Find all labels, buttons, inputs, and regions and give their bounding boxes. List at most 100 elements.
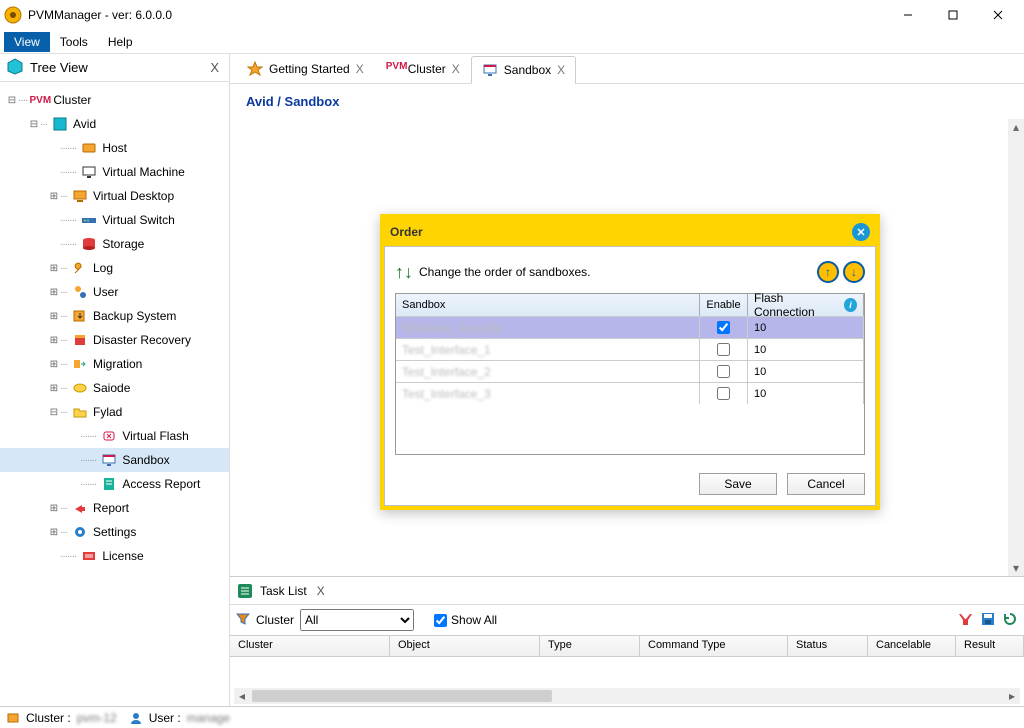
col-cluster[interactable]: Cluster [230, 636, 390, 656]
expander-icon[interactable]: ⊟ [28, 119, 40, 130]
grid-row[interactable]: Test_Interface_110 [396, 338, 864, 360]
switch-icon [80, 211, 98, 229]
clear-icon[interactable] [958, 611, 974, 630]
minimize-button[interactable] [885, 0, 930, 30]
status-user-value: manage [187, 711, 230, 725]
close-icon[interactable]: X [452, 62, 460, 76]
task-header: Task List X [230, 577, 1024, 605]
expander-icon[interactable]: ⊞ [48, 311, 60, 322]
tree-migration[interactable]: ⊞···Migration [0, 352, 229, 376]
dialog-title: Order [390, 225, 423, 239]
grid-row[interactable]: Windows_Security10 [396, 316, 864, 338]
expander-icon[interactable]: ⊞ [48, 383, 60, 394]
col-flash[interactable]: Flash Connectioni [748, 294, 864, 316]
menu-tools[interactable]: Tools [50, 32, 98, 52]
gear-icon [71, 523, 89, 541]
dialog-header[interactable]: Order ✕ [384, 218, 876, 246]
sandbox-icon [482, 62, 498, 78]
status-user-label: User : [149, 711, 181, 725]
save-button[interactable]: Save [699, 473, 777, 495]
col-type[interactable]: Type [540, 636, 640, 656]
enable-checkbox[interactable] [717, 365, 730, 378]
move-up-button[interactable]: ↑ [817, 261, 839, 283]
pvm-icon: PVM [31, 91, 49, 109]
close-icon[interactable]: X [557, 63, 565, 77]
tree-vm[interactable]: ·······Virtual Machine [0, 160, 229, 184]
tree-access[interactable]: ·······Access Report [0, 472, 229, 496]
expander-icon[interactable]: ⊞ [48, 503, 60, 514]
tree-log[interactable]: ⊞···Log [0, 256, 229, 280]
tab-bar: Getting Started X PVM Cluster X Sandbox … [230, 54, 1024, 84]
cancel-button[interactable]: Cancel [787, 473, 865, 495]
info-icon[interactable]: i [844, 298, 857, 312]
tree-vflash[interactable]: ·······Virtual Flash [0, 424, 229, 448]
col-result[interactable]: Result [956, 636, 1024, 656]
sidebar: Tree View X ⊟····PVMCluster ⊟···Avid ···… [0, 54, 230, 706]
tree-license[interactable]: ·······License [0, 544, 229, 568]
tab-sandbox[interactable]: Sandbox X [471, 56, 576, 84]
enable-checkbox[interactable] [717, 321, 730, 334]
task-close[interactable]: X [317, 584, 325, 598]
enable-checkbox[interactable] [717, 343, 730, 356]
expander-icon[interactable]: ⊞ [48, 287, 60, 298]
enable-checkbox[interactable] [717, 387, 730, 400]
tree-backup[interactable]: ⊞···Backup System [0, 304, 229, 328]
tree-settings[interactable]: ⊞···Settings [0, 520, 229, 544]
tree-sandbox[interactable]: ·······Sandbox [0, 448, 229, 472]
col-status[interactable]: Status [788, 636, 868, 656]
expander-icon[interactable]: ⊞ [48, 359, 60, 370]
tree-report[interactable]: ⊞···Report [0, 496, 229, 520]
close-icon[interactable]: X [356, 62, 364, 76]
tree-icon [6, 57, 24, 78]
tree-avid[interactable]: ⊟···Avid [0, 112, 229, 136]
col-cancelable[interactable]: Cancelable [868, 636, 956, 656]
server-icon [6, 711, 20, 725]
col-command[interactable]: Command Type [640, 636, 788, 656]
vertical-scrollbar[interactable]: ▴▾ [1008, 119, 1024, 576]
grid-row[interactable]: Test_Interface_210 [396, 360, 864, 382]
tree-user[interactable]: ⊞···User [0, 280, 229, 304]
expander-icon[interactable]: ⊞ [48, 263, 60, 274]
show-all-checkbox[interactable]: Show All [434, 613, 497, 627]
report-page-icon [100, 475, 118, 493]
cell-flash: 10 [748, 339, 864, 360]
tree-dr[interactable]: ⊞···Disaster Recovery [0, 328, 229, 352]
tree-saiode[interactable]: ⊞···Saiode [0, 376, 229, 400]
title-bar: PVMManager - ver: 6.0.0.0 [0, 0, 1024, 30]
col-sandbox[interactable]: Sandbox [396, 294, 700, 316]
col-enable[interactable]: Enable [700, 294, 748, 316]
sandbox-grid[interactable]: Sandbox Enable Flash Connectioni Windows… [395, 293, 865, 455]
refresh-icon[interactable] [1002, 611, 1018, 630]
tree-fylad[interactable]: ⊟···Fylad [0, 400, 229, 424]
tab-cluster[interactable]: PVM Cluster X [375, 55, 471, 83]
tree-view[interactable]: ⊟····PVMCluster ⊟···Avid ·······Host ···… [0, 82, 229, 706]
sidebar-header: Tree View X [0, 54, 229, 82]
tree-host[interactable]: ·······Host [0, 136, 229, 160]
cluster-select[interactable]: All [300, 609, 414, 631]
col-object[interactable]: Object [390, 636, 540, 656]
horizontal-scrollbar[interactable]: ◂▸ [234, 688, 1020, 704]
task-body: ◂▸ [230, 657, 1024, 706]
task-title: Task List [260, 584, 307, 598]
tree-storage[interactable]: ·······Storage [0, 232, 229, 256]
tree-cluster[interactable]: ⊟····PVMCluster [0, 88, 229, 112]
expander-icon[interactable]: ⊟ [48, 407, 60, 418]
tab-getting-started[interactable]: Getting Started X [236, 55, 375, 83]
expander-icon[interactable]: ⊟ [6, 95, 18, 106]
move-down-button[interactable]: ↓ [843, 261, 865, 283]
content-body: ▴▾ Order ✕ ↑↓ Change the order of sandbo… [230, 119, 1024, 576]
save-disk-icon[interactable] [980, 611, 996, 630]
menu-help[interactable]: Help [98, 32, 143, 52]
expander-icon[interactable]: ⊞ [48, 335, 60, 346]
close-button[interactable] [975, 0, 1020, 30]
star-icon [247, 61, 263, 77]
menu-view[interactable]: View [4, 32, 50, 52]
dialog-close-button[interactable]: ✕ [852, 223, 870, 241]
expander-icon[interactable]: ⊞ [48, 191, 60, 202]
expander-icon[interactable]: ⊞ [48, 527, 60, 538]
tree-vdesktop[interactable]: ⊞···Virtual Desktop [0, 184, 229, 208]
grid-row[interactable]: Test_Interface_310 [396, 382, 864, 404]
tree-vswitch[interactable]: ·······Virtual Switch [0, 208, 229, 232]
sidebar-close[interactable]: X [206, 60, 223, 75]
maximize-button[interactable] [930, 0, 975, 30]
